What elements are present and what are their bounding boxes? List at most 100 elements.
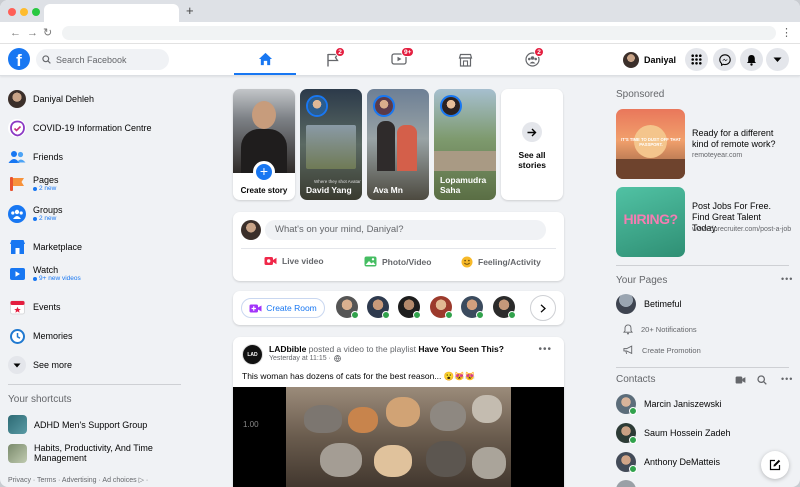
story-card[interactable]: Where they shot Avatar David Yang (300, 89, 362, 200)
room-contact-avatar[interactable] (367, 296, 390, 319)
ad-url: remoteyear.com (692, 152, 743, 159)
sidebar-item-pages[interactable]: Pages 2 new (8, 175, 59, 193)
back-arrow-icon[interactable]: ← (10, 26, 21, 40)
close-window-button[interactable] (8, 8, 16, 16)
notifications-button[interactable] (740, 48, 763, 71)
footer-links[interactable]: Privacy · Terms · Advertising · Ad choic… (8, 476, 148, 484)
nav-tab-marketplace[interactable] (434, 44, 496, 75)
browser-tab[interactable] (44, 4, 179, 22)
shortcut-item[interactable]: Habits, Productivity, And Time Managemen… (8, 443, 174, 463)
sidebar-item-watch[interactable]: Watch 9+ new videos (8, 265, 81, 283)
sidebar-item-profile[interactable]: Daniyal Dehleh (8, 90, 94, 108)
minimize-window-button[interactable] (20, 8, 28, 16)
avatar (623, 52, 639, 68)
live-video-button[interactable]: Live video (264, 256, 324, 266)
avatar[interactable] (616, 480, 636, 487)
menu-button[interactable] (685, 48, 708, 71)
search-box[interactable] (36, 49, 169, 70)
shortcut-item[interactable]: ADHD Men's Support Group (8, 415, 147, 434)
more-options-icon[interactable]: ••• (781, 374, 793, 384)
sidebar-item-see-more[interactable]: See more (8, 356, 72, 374)
sidebar-item-friends[interactable]: Friends (8, 148, 63, 166)
sidebar-item-label: Watch (33, 265, 59, 275)
composer-input[interactable]: What's on your mind, Daniyal? (265, 220, 546, 240)
create-promotion[interactable]: Create Promotion (623, 345, 701, 355)
ad-title[interactable]: Ready for a different kind of remote wor… (692, 128, 788, 150)
facebook-logo[interactable]: f (8, 48, 30, 70)
sidebar-item-marketplace[interactable]: Marketplace (8, 238, 82, 256)
search-icon (42, 55, 51, 64)
right-divider (616, 367, 789, 368)
avatar (241, 220, 261, 240)
right-divider (616, 265, 789, 266)
contact-item[interactable]: Saum Hossein Zadeh (616, 423, 731, 444)
contact-item[interactable]: Marcin Janiszewski (616, 394, 722, 415)
create-room-button[interactable]: Create Room (241, 298, 325, 318)
story-card[interactable]: Ava Mn (367, 89, 429, 200)
post-action: posted a video to the playlist (306, 344, 419, 354)
rooms-next-button[interactable] (530, 295, 556, 321)
ad-image[interactable]: IT'S TIME TO DUST OFF THAT PASSPORT. (616, 109, 685, 179)
photo-video-button[interactable]: Photo/Video (364, 256, 431, 267)
ad-url: www.ziprecruiter.com/post-a-job (692, 226, 792, 233)
sidebar-item-covid[interactable]: COVID-19 Information Centre (8, 119, 152, 137)
video-call-icon[interactable] (735, 376, 746, 384)
more-options-icon[interactable]: ••• (538, 345, 552, 355)
post-author[interactable]: LADbible (269, 344, 306, 354)
ad-image-text: HIRING? (623, 211, 678, 227)
nav-tab-watch[interactable]: 9+ (368, 44, 430, 75)
search-icon[interactable] (757, 375, 767, 385)
account-button[interactable] (766, 48, 789, 71)
profile-button[interactable]: Daniyal (623, 50, 676, 70)
url-input[interactable] (62, 26, 776, 40)
room-contact-avatar[interactable] (336, 296, 359, 319)
chevron-down-icon (773, 57, 782, 62)
room-contact-avatar[interactable] (461, 296, 484, 319)
new-message-button[interactable] (761, 451, 789, 479)
sidebar-item-label: Friends (33, 152, 64, 162)
page-item[interactable]: Betimeful (616, 294, 682, 314)
page-avatar[interactable]: LAD (242, 344, 263, 365)
nav-tab-pages[interactable]: 2 (301, 44, 363, 75)
sidebar-item-events[interactable]: Events (8, 298, 61, 316)
nav-tab-home[interactable] (234, 44, 296, 75)
forward-arrow-icon[interactable]: → (27, 26, 38, 40)
story-author: Ava Mn (373, 185, 403, 195)
feeling-activity-button[interactable]: Feeling/Activity (461, 256, 541, 268)
post-playlist[interactable]: Have You Seen This? (418, 344, 504, 354)
create-story-card[interactable]: + Create story (233, 89, 295, 200)
room-contact-avatar[interactable] (493, 296, 516, 319)
page-notifications[interactable]: 20+ Notifications (623, 324, 697, 335)
more-options-icon[interactable]: ••• (781, 274, 793, 284)
see-all-stories-card[interactable]: See all stories (501, 89, 563, 200)
see-all-label: See all stories (518, 150, 546, 170)
maximize-window-button[interactable] (32, 8, 40, 16)
ad-image[interactable]: HIRING? (616, 187, 685, 257)
watch-badge: 9+ (401, 47, 415, 57)
messenger-button[interactable] (713, 48, 736, 71)
room-contact-avatar[interactable] (430, 296, 453, 319)
sidebar-item-groups[interactable]: Groups 2 new (8, 205, 63, 223)
post-video[interactable]: 1.00 (233, 387, 564, 487)
globe-icon (334, 355, 341, 362)
plus-icon[interactable]: + (253, 161, 275, 183)
contact-item[interactable]: Anthony DeMatteis (616, 452, 720, 473)
avatar (616, 423, 637, 444)
sidebar-item-subtext: 2 new (33, 185, 59, 193)
search-input[interactable] (56, 54, 156, 65)
sidebar-item-memories[interactable]: Memories (8, 327, 73, 345)
avatar (8, 90, 26, 108)
ad-image-text: IT'S TIME TO DUST OFF THAT PASSPORT. (621, 137, 681, 147)
room-contact-avatar[interactable] (398, 296, 421, 319)
nav-tab-groups[interactable]: 2 (501, 44, 563, 75)
story-card[interactable]: Lopamudra Saha (434, 89, 496, 200)
reload-icon[interactable]: ↻ (43, 26, 52, 40)
new-tab-button[interactable]: + (186, 4, 194, 18)
facebook-header: f 2 9+ 2 Daniyal (0, 44, 800, 76)
rooms-card: Create Room (233, 291, 564, 325)
feeling-activity-label: Feeling/Activity (478, 257, 541, 267)
watch-tv-icon (8, 265, 26, 283)
post-time[interactable]: Yesterday at 11:15 · (269, 355, 331, 362)
sidebar-divider (8, 384, 181, 385)
browser-menu-icon[interactable]: ⋮ (781, 26, 792, 40)
